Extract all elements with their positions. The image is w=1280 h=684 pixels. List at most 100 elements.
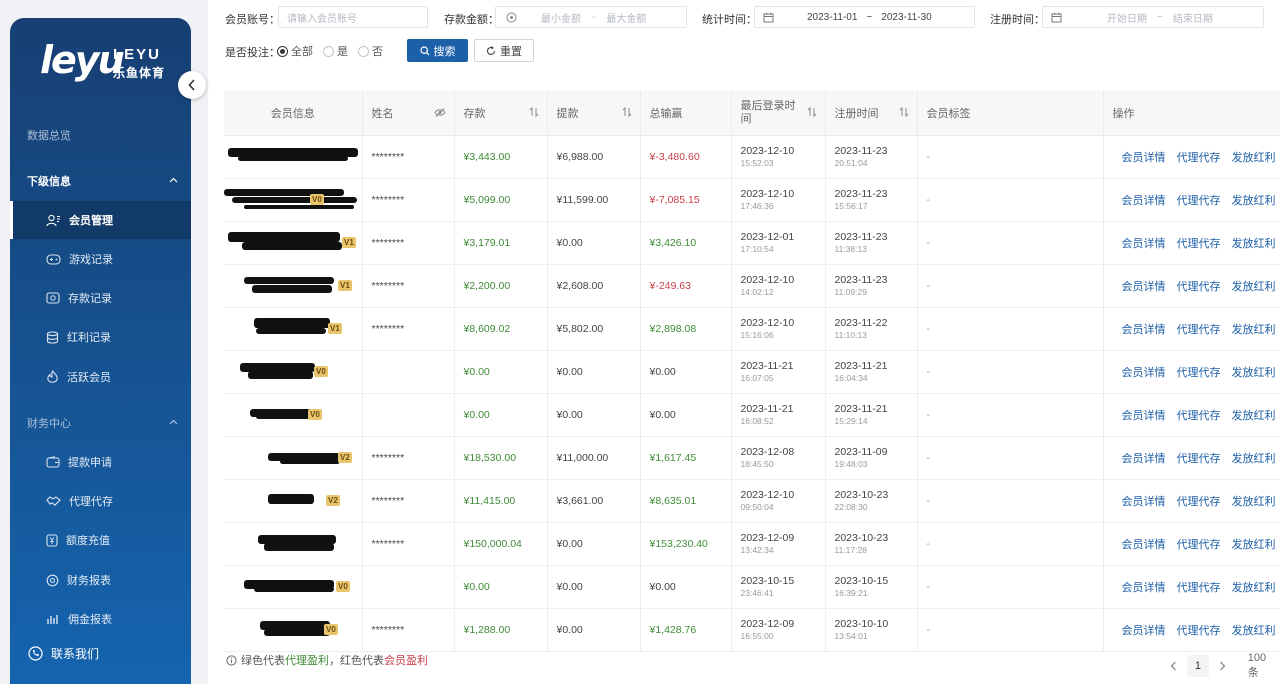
sidebar-item-credit-recharge[interactable]: 额度充值 — [10, 521, 191, 559]
bet-option-all[interactable]: 全部 — [277, 43, 313, 59]
sidebar-item-game-records[interactable]: 游戏记录 — [10, 240, 191, 278]
member-detail-link[interactable]: 会员详情 — [1122, 493, 1166, 509]
total-win-loss-cell: ¥-7,085.15 — [640, 178, 732, 222]
agent-deposit-link[interactable]: 代理代存 — [1177, 149, 1221, 165]
member-detail-link[interactable]: 会员详情 — [1122, 622, 1166, 638]
member-detail-link[interactable]: 会员详情 — [1122, 364, 1166, 380]
member-info-cell[interactable] — [224, 522, 363, 566]
sidebar-item-agent-deposit[interactable]: 代理代存 — [10, 482, 191, 520]
nav-section-subordinates[interactable]: 下级信息 — [10, 166, 191, 196]
agent-deposit-link[interactable]: 代理代存 — [1177, 192, 1221, 208]
header-withdraw[interactable]: 提款 — [547, 91, 641, 136]
sidebar-collapse-button[interactable] — [178, 71, 206, 99]
agent-deposit-link[interactable]: 代理代存 — [1177, 235, 1221, 251]
member-detail-link[interactable]: 会员详情 — [1122, 235, 1166, 251]
sort-icon[interactable] — [529, 107, 539, 117]
member-tag-cell: - — [917, 479, 1104, 523]
header-last-login[interactable]: 最后登录时间 — [731, 91, 826, 136]
bet-option-yes[interactable]: 是 — [323, 43, 348, 59]
agent-deposit-link[interactable]: 代理代存 — [1177, 536, 1221, 552]
issue-bonus-link[interactable]: 发放红利 — [1232, 407, 1276, 423]
member-detail-link[interactable]: 会员详情 — [1122, 536, 1166, 552]
agent-deposit-link[interactable]: 代理代存 — [1177, 364, 1221, 380]
sidebar-item-withdraw-request[interactable]: 提款申请 — [10, 443, 191, 481]
agent-deposit-link[interactable]: 代理代存 — [1177, 450, 1221, 466]
sidebar-item-active-members[interactable]: 活跃会员 — [10, 358, 191, 396]
nav-section-overview[interactable]: 数据总览 — [10, 120, 191, 150]
agent-deposit-link[interactable]: 代理代存 — [1177, 321, 1221, 337]
member-detail-link[interactable]: 会员详情 — [1122, 407, 1166, 423]
member-detail-link[interactable]: 会员详情 — [1122, 579, 1166, 595]
member-detail-link[interactable]: 会员详情 — [1122, 321, 1166, 337]
deposit-range-input[interactable]: 最小金额 - 最大金额 — [495, 6, 687, 28]
member-info-cell[interactable] — [224, 135, 363, 179]
header-deposit[interactable]: 存款 — [454, 91, 548, 136]
page-current[interactable]: 1 — [1186, 655, 1209, 677]
redacted-account-mark — [264, 542, 334, 551]
member-info-cell[interactable]: V0 — [224, 350, 363, 394]
withdraw-cell: ¥2,608.00 — [547, 264, 641, 308]
issue-bonus-link[interactable]: 发放红利 — [1232, 149, 1276, 165]
chevron-right-icon[interactable] — [1219, 661, 1226, 671]
member-info-cell[interactable]: V1 — [224, 221, 363, 265]
total-win-loss-cell: ¥1,428.76 — [640, 608, 732, 652]
agent-deposit-link[interactable]: 代理代存 — [1177, 407, 1221, 423]
member-detail-link[interactable]: 会员详情 — [1122, 450, 1166, 466]
issue-bonus-link[interactable]: 发放红利 — [1232, 579, 1276, 595]
search-button[interactable]: 搜索 — [407, 39, 468, 62]
reset-button[interactable]: 重置 — [474, 39, 534, 62]
issue-bonus-link[interactable]: 发放红利 — [1232, 321, 1276, 337]
stat-date-range-input[interactable]: 2023-11-01 ~ 2023-11-30 — [754, 6, 975, 28]
sidebar-item-member-management[interactable]: 会员管理 — [10, 201, 191, 239]
chevron-left-icon[interactable] — [1170, 661, 1177, 671]
issue-bonus-link[interactable]: 发放红利 — [1232, 192, 1276, 208]
table-row: V1 ******** ¥2,200.00 ¥2,608.00 ¥-249.63 2023… — [224, 264, 1280, 308]
nav-section-finance[interactable]: 财务中心 — [10, 408, 191, 438]
member-info-cell[interactable]: V1 — [224, 264, 363, 308]
name-cell — [362, 393, 455, 437]
sort-icon[interactable] — [807, 107, 817, 117]
header-register-time[interactable]: 注册时间 — [825, 91, 918, 136]
sort-icon[interactable] — [899, 107, 909, 117]
member-info-cell[interactable]: V0 — [224, 393, 363, 437]
agent-deposit-link[interactable]: 代理代存 — [1177, 579, 1221, 595]
issue-bonus-link[interactable]: 发放红利 — [1232, 278, 1276, 294]
issue-bonus-link[interactable]: 发放红利 — [1232, 622, 1276, 638]
issue-bonus-link[interactable]: 发放红利 — [1232, 364, 1276, 380]
contact-us-link[interactable]: 联系我们 — [28, 645, 99, 662]
member-info-cell[interactable]: V2 — [224, 436, 363, 480]
actions-cell: 会员详情 代理代存 发放红利 — [1103, 522, 1280, 566]
member-detail-link[interactable]: 会员详情 — [1122, 192, 1166, 208]
agent-deposit-link[interactable]: 代理代存 — [1177, 278, 1221, 294]
sidebar-item-finance-report[interactable]: 财务报表 — [10, 561, 191, 599]
issue-bonus-link[interactable]: 发放红利 — [1232, 235, 1276, 251]
member-info-cell[interactable]: V1 — [224, 307, 363, 351]
sidebar-item-commission-report[interactable]: 佣金报表 — [10, 600, 191, 638]
page-size-select[interactable]: 100 条 — [1248, 652, 1280, 680]
withdraw-cell: ¥0.00 — [547, 221, 641, 265]
table-row: ******** ¥150,000.04 ¥0.00 ¥153,230.40 2023-… — [224, 522, 1280, 566]
issue-bonus-link[interactable]: 发放红利 — [1232, 450, 1276, 466]
sort-icon[interactable] — [622, 107, 632, 117]
issue-bonus-link[interactable]: 发放红利 — [1232, 493, 1276, 509]
register-date-range-input[interactable]: 开始日期 ~ 结束日期 — [1042, 6, 1264, 28]
member-info-cell[interactable]: V0 — [224, 565, 363, 609]
bet-option-no[interactable]: 否 — [358, 43, 383, 59]
sidebar-item-deposit-records[interactable]: 存款记录 — [10, 279, 191, 317]
sidebar-item-bonus-records[interactable]: 红利记录 — [10, 318, 191, 356]
agent-deposit-link[interactable]: 代理代存 — [1177, 493, 1221, 509]
member-info-cell[interactable]: V0 — [224, 178, 363, 222]
account-input[interactable]: 请输入会员账号 — [278, 6, 428, 28]
member-info-cell[interactable]: V0 — [224, 608, 363, 652]
member-detail-link[interactable]: 会员详情 — [1122, 149, 1166, 165]
vip-level-badge: V1 — [342, 236, 356, 248]
agent-deposit-link[interactable]: 代理代存 — [1177, 622, 1221, 638]
member-info-cell[interactable]: V2 — [224, 479, 363, 523]
brand-logo[interactable]: leyu LEYU 乐鱼体育 — [40, 40, 170, 84]
issue-bonus-link[interactable]: 发放红利 — [1232, 536, 1276, 552]
gamepad-icon — [46, 253, 61, 265]
redacted-account-mark — [256, 327, 326, 334]
eye-off-icon[interactable] — [433, 108, 446, 117]
member-detail-link[interactable]: 会员详情 — [1122, 278, 1166, 294]
search-icon — [419, 45, 429, 55]
